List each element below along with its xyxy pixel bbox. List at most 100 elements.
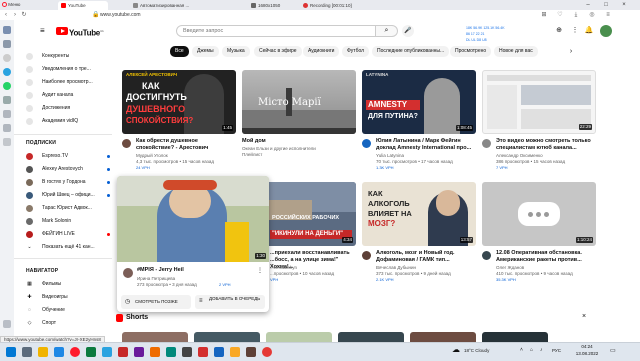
app-icon[interactable] — [214, 347, 224, 357]
show-more-subscriptions[interactable]: ⌄ Показать ещё 41 кан... — [14, 241, 112, 254]
extensions-icon[interactable]: ⊞ — [540, 11, 548, 19]
sub-shvets[interactable]: Юрий Швец – офици... — [14, 189, 112, 202]
chip[interactable]: Джемы — [192, 46, 219, 57]
channel-avatar[interactable] — [362, 139, 371, 148]
clock-time[interactable]: 04:24 — [572, 344, 602, 350]
tab-youtube[interactable]: YouTube — [58, 1, 108, 10]
guide-item-achievements[interactable]: Достижения — [14, 102, 112, 115]
home-icon[interactable] — [3, 26, 11, 34]
opera-icon[interactable] — [70, 347, 80, 357]
guide-item-competitors[interactable]: Конкуренты — [14, 50, 112, 63]
sub-feygin[interactable]: ФЕЙГИН LIVE — [14, 228, 112, 241]
language-indicator[interactable]: РУС — [552, 348, 561, 353]
video-title[interactable]: Как обрести душевное спокойствие? - Арес… — [136, 138, 236, 152]
guide-item-most-viewed[interactable]: Наиболее просмотр... — [14, 76, 112, 89]
video-hover-card[interactable]: 1:30 #MPIЯ - Jerry Heil ⋮ Ирина Петрищев… — [117, 176, 269, 312]
notifications-icon[interactable]: 🔔 — [584, 26, 594, 36]
playlist-link[interactable]: Плейлист — [242, 152, 342, 157]
chip[interactable]: Музыка — [222, 46, 250, 57]
watch-later-button[interactable]: ◷ СМОТРЕТЬ ПОЗЖЕ — [121, 295, 191, 309]
messenger-icon[interactable] — [3, 54, 11, 62]
download-icon[interactable]: ⤓ — [572, 11, 580, 19]
channel-avatar[interactable] — [362, 251, 371, 260]
short-thumbnail[interactable] — [338, 332, 404, 342]
whatsapp-icon[interactable] — [3, 82, 11, 90]
nav-gaming[interactable]: ✚ Видеоигры — [14, 291, 112, 304]
short-thumbnail[interactable] — [482, 332, 548, 342]
channel-name[interactable]: Океан Ельзи и другие исполнители — [242, 146, 342, 151]
bookmarks-icon[interactable] — [3, 110, 11, 118]
url-field[interactable]: www.youtube.com — [100, 11, 400, 19]
app-icon[interactable] — [118, 347, 128, 357]
record-icon[interactable] — [262, 347, 272, 357]
account-avatar[interactable] — [600, 25, 612, 37]
app-icon[interactable] — [182, 347, 192, 357]
chip[interactable]: Футбол — [342, 46, 370, 57]
settings-icon[interactable]: ≡ — [604, 11, 612, 19]
hover-preview[interactable]: 1:30 — [117, 176, 269, 262]
history-icon[interactable] — [3, 96, 11, 104]
hamburger-menu-icon[interactable]: ≡ — [40, 26, 48, 36]
app-icon[interactable] — [198, 347, 208, 357]
video-title[interactable]: #MPIЯ - Jerry Heil — [137, 267, 184, 273]
forward-icon[interactable]: › — [11, 11, 19, 19]
create-video-icon[interactable]: ⊕ — [554, 26, 564, 36]
app-icon[interactable] — [86, 347, 96, 357]
channel-avatar[interactable] — [482, 139, 491, 148]
guide-item-channel-audit[interactable]: Аудит канала — [14, 89, 112, 102]
apps-grid-icon[interactable]: ⋮ — [570, 26, 580, 36]
video-thumbnail[interactable]: АЛЕКСЕЙ АРЕСТОВИЧ КАК ДОСТИГНУТЬ ДУШЕВНО… — [122, 70, 236, 134]
search-button[interactable]: ⌕ — [376, 25, 398, 37]
back-icon[interactable]: ‹ — [2, 11, 10, 19]
short-thumbnail[interactable] — [410, 332, 476, 342]
app-icon[interactable] — [246, 347, 256, 357]
video-title[interactable]: Мой дом — [242, 138, 342, 145]
playlist-thumbnail[interactable]: Місто Марії — [242, 70, 356, 134]
chevron-right-icon[interactable]: › — [566, 46, 576, 57]
video-title[interactable]: Это видео можно смотреть только специали… — [496, 138, 596, 152]
weather-text[interactable]: 18°C Cloudy — [464, 348, 489, 353]
app-icon[interactable] — [134, 347, 144, 357]
short-thumbnail[interactable] — [122, 332, 188, 342]
chip[interactable]: Аудиокниги — [303, 46, 340, 57]
chip[interactable]: Новое для вас — [494, 46, 538, 57]
video-title[interactable]: Юлия Латынина / Марк Фейгин доклад Amnes… — [376, 138, 476, 152]
app-icon[interactable] — [166, 347, 176, 357]
guide-item-vidiq-academy[interactable]: Академия vidIQ — [14, 115, 112, 128]
short-thumbnail[interactable] — [194, 332, 260, 342]
telegram-icon[interactable] — [102, 347, 112, 357]
network-icon[interactable]: ⌂ — [530, 347, 533, 353]
nav-movies[interactable]: ▦ Фильмы — [14, 278, 112, 291]
nav-learning[interactable]: ◌ Обучение — [14, 304, 112, 317]
sub-taras[interactable]: Тарас Юрист Адвок... — [14, 202, 112, 215]
add-to-queue-button[interactable]: ≡ ДОБАВИТЬ В ОЧЕРЕДЬ — [195, 295, 265, 309]
video-thumbnail[interactable]: КАК АЛКОГОЛЬ ВЛИЯЕТ НА МОЗГ? 13:57 — [362, 182, 476, 246]
close-icon[interactable]: × — [618, 0, 630, 10]
video-title[interactable]: Алкоголь, мозг и Новый год. Дофаминовая … — [376, 250, 476, 264]
file-explorer-icon[interactable] — [38, 347, 48, 357]
search-icon[interactable] — [22, 347, 32, 357]
channel-name[interactable]: Олег Жданов — [496, 265, 596, 270]
video-thumbnail[interactable]: 22:29 — [482, 70, 596, 134]
start-icon[interactable] — [6, 347, 16, 357]
minimize-icon[interactable]: – — [582, 0, 594, 10]
sub-arestovych[interactable]: Alexey Arestovych — [14, 163, 112, 176]
app-icon[interactable] — [230, 347, 240, 357]
tab-recording[interactable]: Recording [00:01:10] — [300, 1, 358, 10]
tab-resolution[interactable]: 1680x1050 — [248, 1, 288, 10]
channel-name[interactable]: Вячеслав Дубынин — [376, 265, 476, 270]
heart-icon[interactable] — [3, 124, 11, 132]
channel-name[interactable]: Ирина Петрищева — [137, 276, 175, 281]
channel-avatar[interactable] — [123, 268, 133, 278]
guide-item-trend-alerts[interactable]: Уведомления о тре... — [14, 63, 112, 76]
clock-icon[interactable] — [3, 138, 11, 146]
chip[interactable]: Последние опубликованны... — [372, 46, 450, 57]
speed-dial-icon[interactable] — [3, 40, 11, 48]
tray-chevron-icon[interactable]: ˄ — [520, 347, 523, 353]
chip[interactable]: Просмотрено — [450, 46, 492, 57]
app-icon[interactable] — [150, 347, 160, 357]
notification-center-icon[interactable]: ▭ — [610, 347, 616, 354]
microphone-icon[interactable]: 🎤 — [402, 25, 414, 37]
channel-avatar[interactable] — [122, 139, 131, 148]
search-input[interactable]: Введите запрос — [176, 25, 376, 37]
